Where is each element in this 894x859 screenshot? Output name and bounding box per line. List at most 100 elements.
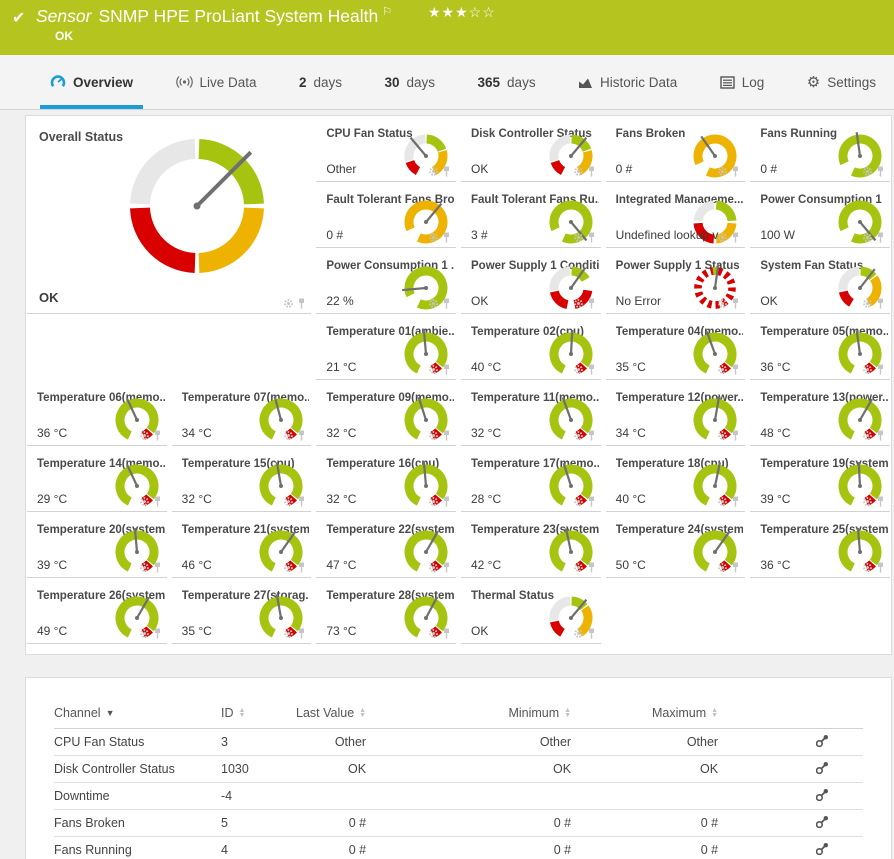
pin-icon[interactable] — [153, 430, 162, 441]
gauge-tile[interactable]: Temperature 28(system) 73 °C — [316, 578, 456, 644]
pin-icon[interactable] — [442, 628, 451, 639]
gear-icon[interactable] — [717, 562, 728, 573]
gear-icon[interactable] — [428, 628, 439, 639]
channel-settings-icon[interactable] — [816, 734, 829, 747]
gauge-tile[interactable]: Temperature 04(memo... 35 °C — [606, 314, 746, 380]
channel-settings-icon[interactable] — [816, 761, 829, 774]
pin-icon[interactable] — [876, 496, 885, 507]
gauge-tile[interactable]: Fault Tolerant Fans Bro... 0 # — [316, 182, 456, 248]
gauge-tile[interactable]: Temperature 14(memo... 29 °C — [27, 446, 167, 512]
gauge-tile[interactable]: Temperature 05(memo... 36 °C — [750, 314, 890, 380]
gear-icon[interactable] — [573, 430, 584, 441]
pin-icon[interactable] — [153, 562, 162, 573]
gear-icon[interactable] — [717, 496, 728, 507]
pin-icon[interactable] — [442, 298, 451, 309]
pin-icon[interactable] — [876, 562, 885, 573]
gear-icon[interactable] — [717, 232, 728, 243]
pin-icon[interactable] — [876, 298, 885, 309]
gauge-tile[interactable]: System Fan Status OK — [750, 248, 890, 314]
gauge-tile[interactable]: Temperature 21(system) 46 °C — [172, 512, 312, 578]
pin-icon[interactable] — [587, 166, 596, 177]
gear-icon[interactable] — [283, 562, 294, 573]
tab-2-days[interactable]: 2 days — [295, 55, 346, 109]
gauge-tile[interactable]: Power Supply 1 Conditi... OK — [461, 248, 601, 314]
gauge-tile[interactable]: Integrated Manageme... Undefined lookup … — [606, 182, 746, 248]
gear-icon[interactable] — [717, 298, 728, 309]
gear-icon[interactable] — [139, 628, 150, 639]
gear-icon[interactable] — [428, 298, 439, 309]
gauge-tile[interactable]: Temperature 13(power... 48 °C — [750, 380, 890, 446]
gear-icon[interactable] — [573, 232, 584, 243]
pin-icon[interactable] — [442, 232, 451, 243]
gear-icon[interactable] — [139, 496, 150, 507]
gear-icon[interactable] — [283, 496, 294, 507]
gear-icon[interactable] — [862, 232, 873, 243]
tab-log[interactable]: Log — [716, 55, 769, 109]
gauge-tile[interactable]: Temperature 15(cpu) 32 °C — [172, 446, 312, 512]
gear-icon[interactable] — [283, 628, 294, 639]
stars-empty[interactable]: ☆☆ — [469, 4, 496, 20]
gauge-tile[interactable]: Power Consumption 1 ... 22 % — [316, 248, 456, 314]
gauge-tile[interactable]: Temperature 12(power... 34 °C — [606, 380, 746, 446]
pin-icon[interactable] — [297, 628, 306, 639]
gear-icon[interactable] — [428, 430, 439, 441]
gauge-tile[interactable]: Temperature 09(memo... 32 °C — [316, 380, 456, 446]
pin-icon[interactable] — [876, 166, 885, 177]
gear-icon[interactable] — [717, 364, 728, 375]
gear-icon[interactable] — [862, 298, 873, 309]
gauge-tile[interactable]: Fault Tolerant Fans Ru... 3 # — [461, 182, 601, 248]
pin-icon[interactable] — [731, 430, 740, 441]
gear-icon[interactable] — [862, 364, 873, 375]
gauge-tile[interactable]: Temperature 25(system) 36 °C — [750, 512, 890, 578]
pin-icon[interactable] — [587, 430, 596, 441]
gauge-tile[interactable]: Temperature 07(memo... 34 °C — [172, 380, 312, 446]
col-channel[interactable]: Channel▼ — [54, 698, 221, 728]
channel-settings-icon[interactable] — [816, 788, 829, 801]
tab-365-days[interactable]: 365 days — [474, 55, 540, 109]
pin-icon[interactable] — [587, 628, 596, 639]
pin-icon[interactable] — [731, 166, 740, 177]
gauge-tile[interactable]: Temperature 17(memo... 28 °C — [461, 446, 601, 512]
gauge-tile[interactable]: Temperature 01(ambie... 21 °C — [316, 314, 456, 380]
pin-icon[interactable] — [297, 562, 306, 573]
gauge-tile[interactable]: Temperature 27(storag... 35 °C — [172, 578, 312, 644]
tab-historic-data[interactable]: Historic Data — [574, 55, 681, 109]
col-id[interactable]: ID▲▼ — [221, 698, 296, 728]
gear-icon[interactable] — [717, 430, 728, 441]
pin-icon[interactable] — [876, 430, 885, 441]
flag-icon[interactable]: ⚐ — [382, 6, 392, 18]
tab-settings[interactable]: ⚙ Settings — [803, 55, 880, 109]
pin-icon[interactable] — [153, 628, 162, 639]
pin-icon[interactable] — [731, 496, 740, 507]
tab-live-data[interactable]: Live Data — [172, 55, 261, 109]
gear-icon[interactable] — [717, 166, 728, 177]
tab-overview[interactable]: Overview — [46, 55, 137, 109]
gear-icon[interactable] — [862, 166, 873, 177]
tab-30-days[interactable]: 30 days — [381, 55, 440, 109]
gauge-tile[interactable]: Fans Broken 0 # — [606, 116, 746, 182]
gauge-tile[interactable]: Temperature 20(system) 39 °C — [27, 512, 167, 578]
gear-icon[interactable] — [573, 562, 584, 573]
gear-icon[interactable] — [428, 562, 439, 573]
gauge-tile[interactable]: Fans Running 0 # — [750, 116, 890, 182]
gear-icon[interactable] — [862, 496, 873, 507]
pin-icon[interactable] — [442, 166, 451, 177]
pin-icon[interactable] — [587, 232, 596, 243]
gear-icon[interactable] — [862, 430, 873, 441]
gear-icon[interactable] — [428, 496, 439, 507]
gear-icon[interactable] — [283, 298, 294, 309]
gauge-tile[interactable]: Temperature 24(system) 50 °C — [606, 512, 746, 578]
gear-icon[interactable] — [573, 496, 584, 507]
gear-icon[interactable] — [283, 430, 294, 441]
gauge-tile[interactable]: Thermal Status OK — [461, 578, 601, 644]
gauge-tile[interactable]: Temperature 06(memo... 36 °C — [27, 380, 167, 446]
gear-icon[interactable] — [428, 166, 439, 177]
pin-icon[interactable] — [587, 298, 596, 309]
gauge-tile[interactable]: Temperature 16(cpu) 32 °C — [316, 446, 456, 512]
pin-icon[interactable] — [587, 364, 596, 375]
priority-stars[interactable]: ★★★☆☆ — [428, 4, 496, 21]
gauge-tile[interactable]: Disk Controller Status OK — [461, 116, 601, 182]
pin-icon[interactable] — [731, 232, 740, 243]
gauge-tile[interactable]: Temperature 11(memo... 32 °C — [461, 380, 601, 446]
pin-icon[interactable] — [297, 298, 306, 309]
